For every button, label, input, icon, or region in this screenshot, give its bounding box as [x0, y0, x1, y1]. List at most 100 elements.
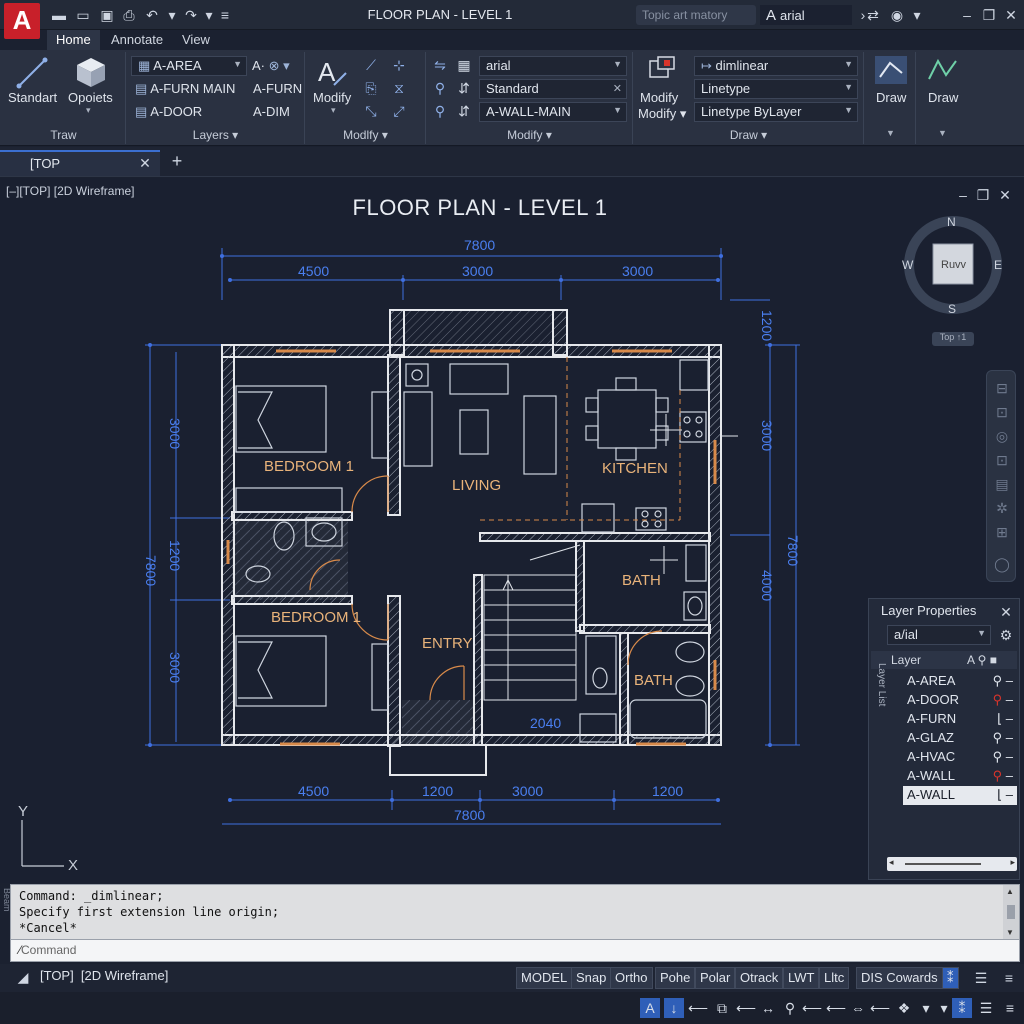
save-icon[interactable]: ▣ [98, 6, 116, 24]
status-lwt-button[interactable]: LWT [783, 967, 820, 989]
layer-item-furn-main[interactable]: ▤ A-FURN MAIN [135, 81, 235, 97]
isolate-objects-icon[interactable]: ▾ [934, 998, 954, 1018]
panel-title-layers[interactable]: Layers ▾ [127, 128, 304, 142]
layer-item-dim[interactable]: A-DIM [253, 104, 290, 119]
font-combo[interactable]: arial ▼ [479, 56, 627, 76]
customization-icon[interactable]: ≡ [1000, 998, 1020, 1018]
text-style-dropdown[interactable]: A· ⊗ ▾ [252, 58, 290, 74]
down-arrow-icon[interactable]: ↓ [664, 998, 684, 1018]
transparency-icon[interactable]: ⟵ [736, 998, 756, 1018]
zoom-icon[interactable]: ◎ [993, 427, 1011, 445]
layer-row-glaz[interactable]: A-GLAZ ⚲ – [903, 729, 1017, 748]
opoiets-dropdown-icon[interactable]: ▾ [86, 105, 91, 116]
command-history-scrollbar[interactable]: ▲ ▼ [1003, 885, 1019, 939]
draw-dropdown-icon[interactable]: ▼ [938, 128, 947, 138]
tab-annotate[interactable]: Annotate [102, 30, 172, 50]
annotation-scale-icon[interactable]: A [640, 998, 660, 1018]
modify-button[interactable]: Modify [313, 90, 351, 105]
scroll-up-icon[interactable]: ▲ [1006, 887, 1014, 896]
list-icon[interactable]: ⚲ [431, 102, 449, 120]
layer-palette-hscrollbar[interactable]: ◂ ▸ [887, 857, 1017, 871]
opoiets-button[interactable]: Opoiets [68, 90, 113, 105]
workspace-arrow-icon[interactable]: ⟵ [870, 998, 890, 1018]
stretch-icon[interactable]: ⤡ [362, 102, 380, 120]
undo-dropdown-icon[interactable]: ▾ [163, 6, 181, 24]
exchange-icon[interactable]: ⇄ [864, 6, 882, 24]
layout-menu-icon[interactable]: ◢ [14, 968, 32, 986]
panel-title-properties[interactable]: Modify ▾ [427, 128, 632, 142]
status-otrack-button[interactable]: Otrack [735, 967, 784, 989]
account-dropdown-icon[interactable]: ▾ [908, 6, 926, 24]
panel-title-modify[interactable]: Modlfy ▾ [306, 128, 425, 142]
left-arrow-icon[interactable]: ⟵ [688, 998, 708, 1018]
undo-icon[interactable]: ↶ [143, 6, 161, 24]
wcs-menu[interactable]: Top ↑1 [932, 332, 974, 346]
draw-button-2[interactable]: Draw [928, 90, 958, 105]
close-window-icon[interactable]: ✕ [1002, 6, 1020, 24]
copy-icon[interactable]: ⎘ [362, 79, 380, 97]
scroll-right-icon[interactable]: ▸ [1010, 857, 1015, 868]
scroll-left-icon[interactable]: ◂ [889, 857, 894, 868]
open-folder-icon[interactable]: ▬ [50, 6, 68, 24]
open-icon[interactable]: ▭ [74, 6, 92, 24]
status-customize-icon[interactable]: ≡ [1000, 969, 1018, 987]
layout-tab-label[interactable]: [TOP] [2D Wireframe] [40, 968, 168, 983]
layer-row-furn[interactable]: A-FURN ⌊ – [903, 710, 1017, 729]
color-icon[interactable]: ⚲ [431, 79, 449, 97]
clean-screen-icon[interactable]: ☰ [976, 998, 996, 1018]
status-layout-icon[interactable]: ☰ [972, 969, 990, 987]
scroll-thumb[interactable] [1007, 905, 1015, 919]
dynamic-ucs-icon[interactable]: ⟵ [802, 998, 822, 1018]
modify2-dropdown[interactable]: Modify ▾ [638, 106, 686, 122]
status-pohe-button[interactable]: Pohe [655, 967, 696, 989]
showmotion-icon[interactable]: ▤ [993, 475, 1011, 493]
status-snap-button[interactable]: Snap [571, 967, 612, 989]
layer-item-furn[interactable]: A-FURN [253, 81, 302, 96]
tab-home[interactable]: Home [47, 30, 100, 50]
standart-button[interactable]: Standart [8, 90, 57, 105]
lineweight-icon[interactable]: ⧉ [712, 998, 732, 1018]
layer-filter-settings-icon[interactable]: ⚙ [997, 626, 1015, 644]
status-polar-button[interactable]: Polar [695, 967, 736, 989]
mirror-icon[interactable]: ⧖ [390, 79, 408, 97]
font-search-field[interactable]: Aarial [760, 5, 852, 25]
panel-title-draw[interactable]: Draw ▾ [634, 128, 863, 142]
redo-icon[interactable]: ↷ [182, 6, 200, 24]
status-model-button[interactable]: MODEL [516, 967, 573, 989]
viewcube[interactable]: Ruvv N S E W [900, 212, 1006, 318]
tab-view[interactable]: View [173, 30, 219, 50]
status-ortho-button[interactable]: Ortho [610, 967, 653, 989]
full-navigation-wheel-icon[interactable]: ⊟ [993, 379, 1011, 397]
restore-window-icon[interactable]: ❐ [980, 6, 998, 24]
status-annotation-icon[interactable]: ⁑ [942, 967, 959, 989]
gizmo-icon[interactable]: ⇔ [848, 998, 868, 1018]
pan-icon[interactable]: ⊡ [993, 403, 1011, 421]
layer-row-wall[interactable]: A-WALL ⚲ – [903, 767, 1017, 786]
move-icon[interactable]: ⟋ [362, 56, 380, 74]
workspace-switch-icon[interactable]: ❖ [894, 998, 914, 1018]
layer-row-wall-selected[interactable]: A-WALL ⌊ – [903, 786, 1017, 805]
3d-osnap-icon[interactable]: ⚲ [780, 998, 800, 1018]
autodesk-account-icon[interactable]: ◉ [888, 6, 906, 24]
scroll-thumb[interactable] [905, 863, 981, 865]
layer-combo[interactable]: ▦ A-AREA ▼ [131, 56, 247, 76]
layer-row-door[interactable]: A-DOOR ⚲ – [903, 691, 1017, 710]
layer-settings-icon[interactable]: ⇵ [455, 102, 473, 120]
status-dis-cowards-button[interactable]: DIS Cowards [856, 967, 943, 989]
print-icon[interactable]: ⎙ [120, 6, 138, 24]
modify2-button[interactable]: Modify [640, 90, 678, 105]
application-menu-button[interactable]: A [4, 3, 40, 39]
selection-cycling-icon[interactable]: ↔ [758, 998, 778, 1018]
close-tab-icon[interactable]: ✕ [136, 154, 154, 172]
command-input[interactable]: ⁄Command [11, 939, 1019, 961]
nav-bar-close-icon[interactable]: ◯ [993, 555, 1011, 573]
layer-filter-input[interactable]: a/ial ▼ [887, 625, 991, 645]
modify-dropdown-icon[interactable]: ▾ [331, 105, 336, 116]
scroll-down-icon[interactable]: ▼ [1006, 928, 1014, 937]
orbit-icon[interactable]: ⊡ [993, 451, 1011, 469]
workspace-dropdown-icon[interactable]: ▾ [916, 998, 936, 1018]
nav-bar-options-icon[interactable]: ⊞ [993, 523, 1011, 541]
linetype-combo[interactable]: Linetype ▼ [694, 79, 858, 99]
linetype-bylayer-combo[interactable]: Linetype ByLayer ▼ [694, 102, 858, 122]
dimension-style-combo[interactable]: ↦ dimlinear ▼ [694, 56, 858, 76]
